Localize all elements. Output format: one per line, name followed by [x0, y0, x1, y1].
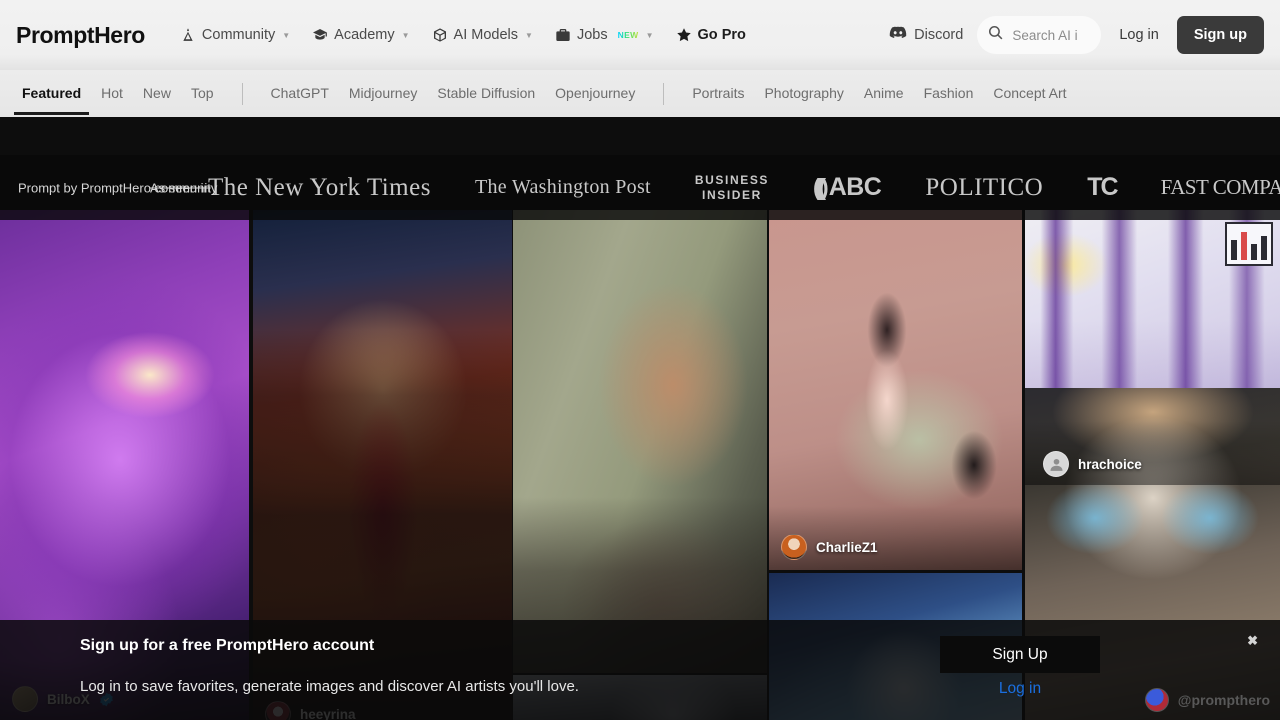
chevron-down-icon: ▼: [525, 30, 533, 40]
subnav-item-top[interactable]: Top: [181, 72, 224, 115]
subnav-item-openjourney[interactable]: Openjourney: [545, 72, 645, 115]
search-icon: [987, 24, 1004, 46]
discord-icon: [889, 26, 907, 44]
nav-item-community[interactable]: Community ▼: [171, 21, 299, 49]
subnav-item-featured[interactable]: Featured: [12, 72, 91, 115]
banner-login-link[interactable]: Log in: [940, 680, 1100, 698]
search-box[interactable]: [977, 16, 1102, 54]
community-icon: [180, 27, 196, 43]
logo-abc: ((() ABC: [813, 173, 882, 202]
default-avatar-icon: [1049, 458, 1063, 471]
signup-banner-title: Sign up for a free PromptHero account: [80, 637, 375, 654]
brand-logo[interactable]: PromptHero: [16, 22, 145, 49]
subnav-divider: [241, 82, 243, 105]
banner-signup-button[interactable]: Sign Up: [940, 636, 1100, 673]
subnav-item-hot[interactable]: Hot: [91, 72, 133, 115]
avatar: [1043, 451, 1069, 477]
avatar: [781, 534, 807, 560]
subnav-divider: [663, 82, 665, 105]
chevron-down-icon: ▼: [282, 30, 291, 40]
logo-business-insider-line2: INSIDER: [702, 187, 762, 202]
press-logo-list: The New York Times The Washington Post B…: [208, 155, 1280, 220]
avatar: [1144, 688, 1169, 712]
subnav-item-photography[interactable]: Photography: [754, 72, 853, 115]
prompthero-watermark: @prompthero: [1144, 688, 1270, 712]
logo-business-insider-line1: BUSINESS: [694, 172, 770, 187]
header-actions: Discord Log in Sign up: [879, 16, 1264, 54]
discord-label: Discord: [914, 27, 964, 43]
nav-item-academy[interactable]: Academy ▼: [303, 21, 418, 49]
logo-new-york-times: The New York Times: [208, 173, 431, 201]
subnav-item-new[interactable]: New: [133, 72, 181, 115]
top-header-bar: PromptHero Community ▼ Academy ▼ AI Mode…: [0, 0, 1280, 70]
grid-card-doll-and-dog[interactable]: CharlieZ1: [769, 210, 1022, 570]
watermark-handle: @prompthero: [1177, 692, 1270, 708]
search-input[interactable]: [1012, 27, 1092, 43]
press-seen-in-label: As seen in: [150, 180, 211, 195]
nav-label: Community: [201, 27, 276, 43]
nav-label: Go Pro: [697, 27, 746, 43]
logo-business-insider: BUSINESS INSIDER: [695, 173, 769, 203]
grid-card-office-scene[interactable]: hrachoice: [1025, 210, 1280, 485]
card-author-office-scene[interactable]: hrachoice: [1043, 451, 1142, 477]
nav-badge-new: NEW: [617, 30, 639, 40]
abc-swirl-icon: (((): [813, 174, 828, 200]
signup-button[interactable]: Sign up: [1176, 16, 1264, 54]
academy-icon: [312, 27, 328, 43]
primary-navigation: Community ▼ Academy ▼ AI Models ▼ Jobs N…: [171, 21, 755, 49]
nav-label: Jobs: [576, 27, 608, 43]
subnav-item-stable-diffusion[interactable]: Stable Diffusion: [427, 72, 545, 115]
subnav-item-midjourney[interactable]: Midjourney: [339, 72, 427, 115]
nav-label: Academy: [334, 27, 395, 43]
subnav-item-chatgpt[interactable]: ChatGPT: [261, 72, 339, 115]
author-name: CharlieZ1: [816, 539, 878, 555]
logo-politico: POLITICO: [925, 173, 1044, 201]
grid-card-tattooed-woman[interactable]: [513, 210, 767, 673]
artwork-tattoo-shading: [513, 210, 767, 673]
card-author-doll-and-dog[interactable]: CharlieZ1: [781, 534, 878, 560]
login-link[interactable]: Log in: [1105, 19, 1173, 51]
secondary-navigation: Featured Hot New Top ChatGPT Midjourney …: [0, 70, 1280, 117]
logo-techcrunch: TC: [1087, 173, 1118, 202]
star-icon: [676, 27, 692, 43]
discord-link[interactable]: Discord: [879, 20, 973, 50]
subnav-item-fashion[interactable]: Fashion: [914, 72, 984, 115]
press-banner: Prompt by PromptHero community As seen i…: [0, 155, 1280, 220]
subnav-item-concept-art[interactable]: Concept Art: [983, 72, 1076, 115]
nav-item-go-pro[interactable]: Go Pro: [667, 21, 755, 49]
jobs-icon: [555, 27, 571, 43]
logo-washington-post: The Washington Post: [474, 176, 651, 198]
signup-banner-subtitle: Log in to save favorites, generate image…: [80, 678, 579, 695]
chevron-down-icon: ▼: [401, 30, 410, 40]
prompthero-page: BilboX heeyrina: [0, 0, 1280, 720]
chevron-down-icon: ▼: [645, 30, 654, 40]
author-name: hrachoice: [1078, 456, 1142, 472]
logo-techcrunch-text: TC: [1087, 173, 1118, 201]
nav-label: AI Models: [453, 27, 519, 43]
logo-abc-text: ABC: [828, 173, 882, 201]
subnav-item-anime[interactable]: Anime: [854, 72, 914, 115]
close-icon[interactable]: ✖: [1247, 633, 1258, 649]
ai-models-icon: [432, 27, 448, 43]
nav-item-jobs[interactable]: Jobs NEW ▼: [546, 21, 663, 49]
subnav-item-portraits[interactable]: Portraits: [682, 72, 754, 115]
nav-item-ai-models[interactable]: AI Models ▼: [423, 21, 542, 49]
logo-fast-company: FAST COMPANY: [1160, 175, 1280, 199]
